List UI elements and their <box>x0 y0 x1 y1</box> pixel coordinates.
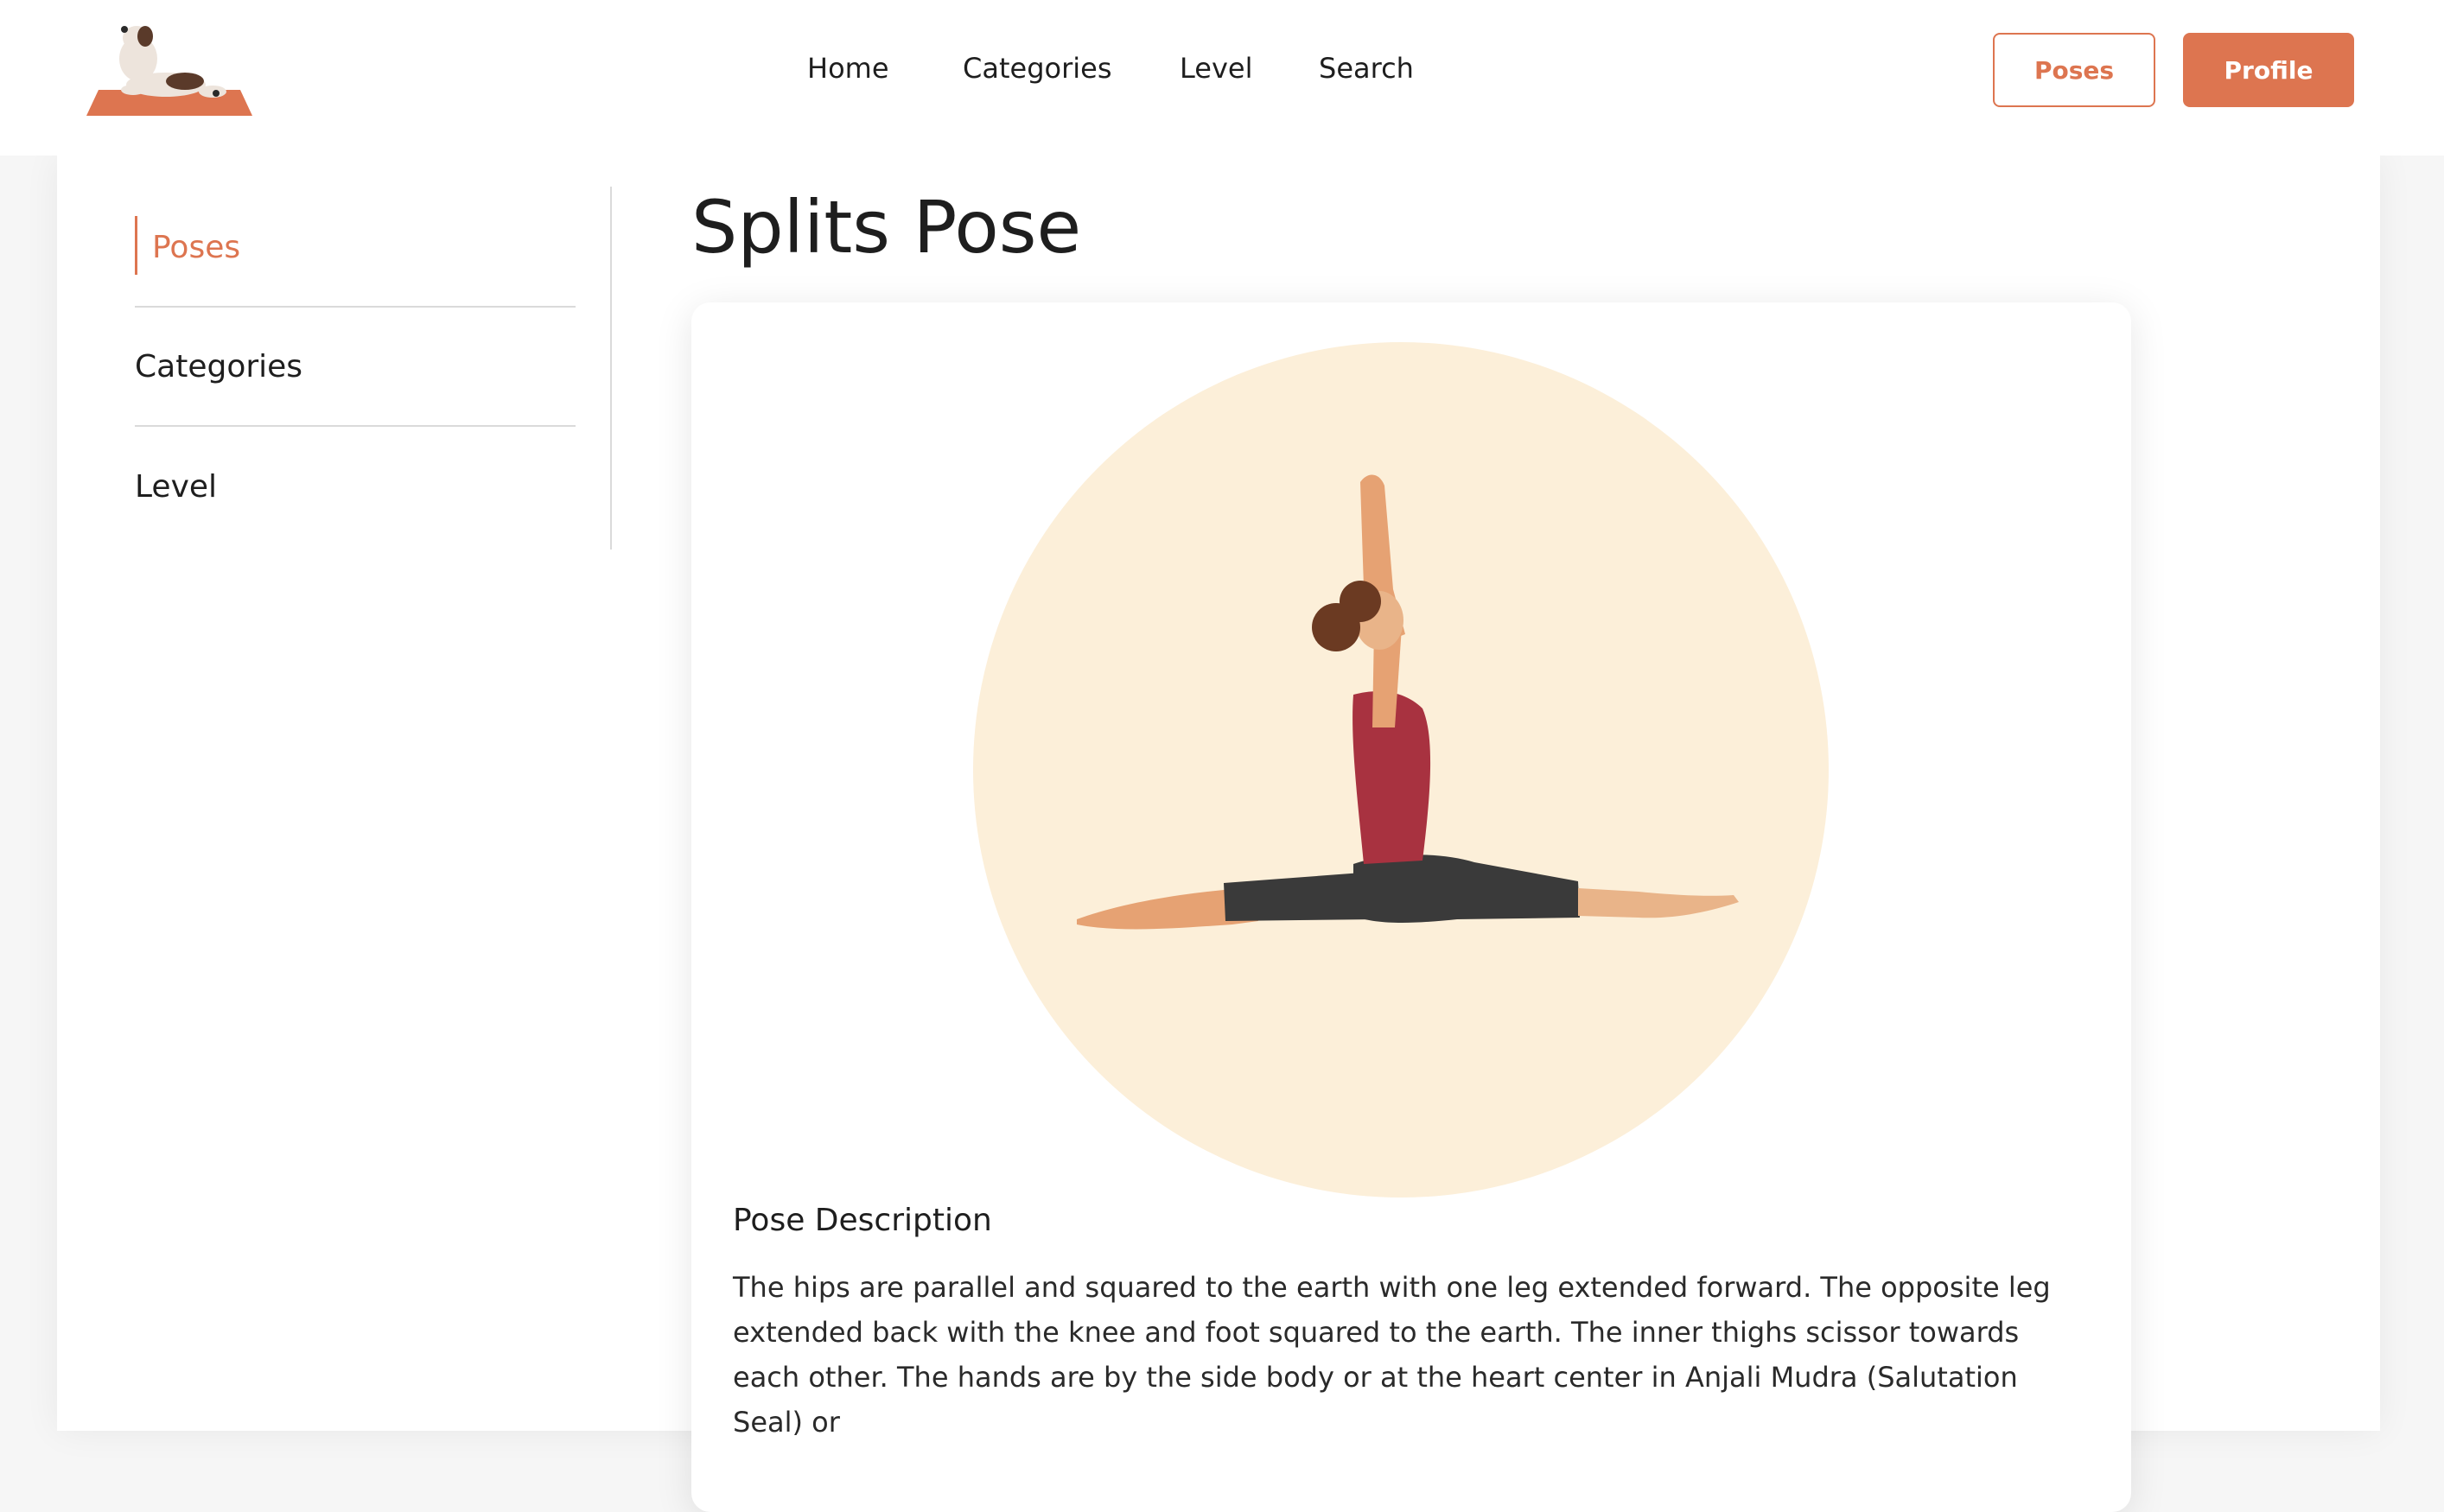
sidebar-item-level[interactable]: Level <box>135 427 576 546</box>
top-navbar: Home Categories Level Search Poses Profi… <box>0 0 2444 156</box>
sidebar-item-label: Level <box>135 468 218 505</box>
nav-link-search[interactable]: Search <box>1319 52 1414 85</box>
puppy-logo-icon[interactable] <box>83 19 256 119</box>
pose-description-heading: Pose Description <box>733 1203 992 1238</box>
sidebar-item-label: Poses <box>152 229 241 265</box>
sidebar: Poses Categories Level <box>135 188 576 546</box>
splits-pose-illustration <box>973 342 1829 1198</box>
nav-link-categories[interactable]: Categories <box>963 52 1111 85</box>
page-title: Splits Pose <box>691 185 1082 270</box>
poses-button[interactable]: Poses <box>1993 33 2155 107</box>
sidebar-item-label: Categories <box>135 348 303 384</box>
sidebar-divider <box>610 187 612 550</box>
pose-card: Pose Description The hips are parallel a… <box>691 302 2131 1512</box>
nav-link-level[interactable]: Level <box>1180 52 1252 85</box>
profile-button[interactable]: Profile <box>2183 33 2354 107</box>
nav-link-home[interactable]: Home <box>807 52 889 85</box>
main-panel: Poses Categories Level Splits Pose Pose … <box>57 156 2380 1512</box>
sidebar-item-categories[interactable]: Categories <box>135 308 576 427</box>
sidebar-item-poses[interactable]: Poses <box>135 188 576 308</box>
pose-description-text: The hips are parallel and squared to the… <box>733 1271 2051 1439</box>
